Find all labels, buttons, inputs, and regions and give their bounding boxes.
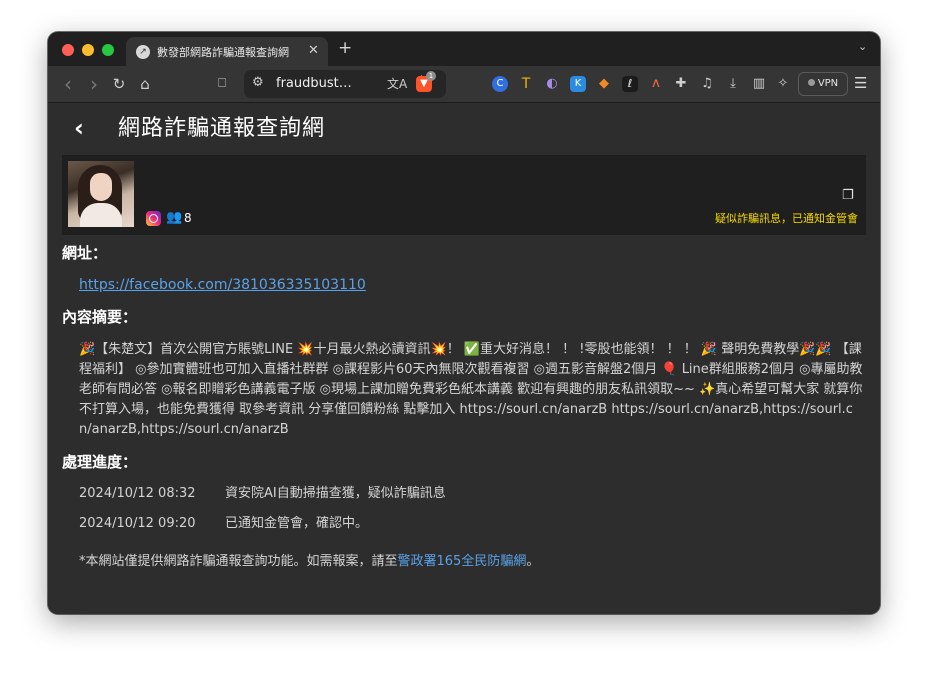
tab-strip: ↗ 數發部網路詐騙通報查詢網 ✕ + ⌄ [48,32,880,66]
content-summary: 🎉【朱楚文】首次公開官方賬號LINE 💥十月最火熱必讀資訊💥！ ✅重大好消息！ … [79,342,863,437]
copy-icon[interactable]: ❐ [842,189,856,203]
home-button[interactable]: ⌂ [136,74,154,94]
extension-k-icon[interactable]: K [570,76,586,92]
status-badge: 疑似詐騙訊息，已通知金管會 [715,212,858,225]
progress-item: 2024/10/12 09:20 已通知金管會，確認中。 [79,515,368,533]
followers-count: 8 [184,211,192,225]
footnote-prefix: *本網站僅提供網路詐騙通報查詢功能。如需報案，請至 [79,554,398,569]
instagram-icon [146,211,161,226]
progress-text: 已通知金管會，確認中。 [225,516,369,531]
main-menu-icon[interactable]: ☰ [854,74,867,92]
site-favicon-icon: ↗ [136,45,150,59]
media-music-icon[interactable]: ♫ [698,74,716,94]
browser-window: ↗ 數發部網路詐騙通報查詢網 ✕ + ⌄ ‹ › ↻ ⌂ ⎕ ⚙ fraudbu… [48,32,880,614]
leo-ai-sparkle-icon[interactable]: ✧ [774,74,792,94]
shields-count-badge: 1 [426,71,436,81]
tab-title: 數發部網路詐騙通報查詢網 [157,46,289,59]
page-title: 網路詐騙通報查詢網 [118,116,326,141]
active-tab[interactable]: ↗ 數發部網路詐騙通報查詢網 ✕ [126,37,328,66]
bookmark-icon[interactable]: ⎕ [214,74,230,94]
progress-item: 2024/10/12 08:32 資安院AI自動掃描查獲，疑似詐騙訊息 [79,485,446,503]
summary-section-label: 內容摘要： [62,308,138,326]
page-back-icon[interactable]: ‹ [74,113,84,143]
progress-time: 2024/10/12 08:32 [79,486,196,501]
footnote: *本網站僅提供網路詐騙通報查詢功能。如需報案，請至警政署165全民防騙網。 [79,553,539,571]
extensions-puzzle-icon[interactable]: ✚ [672,74,690,94]
back-button[interactable]: ‹ [60,74,76,94]
footnote-suffix: 。 [526,554,540,569]
translate-icon[interactable]: 文A [387,75,407,92]
downloads-icon[interactable]: ⤓ [724,74,742,94]
profile-card: 👥 8 ❐ 疑似詐騙訊息，已通知金管會 [62,155,866,235]
reload-button[interactable]: ↻ [110,74,128,94]
avatar [68,161,134,227]
vpn-status-dot [807,79,815,86]
reported-url-link[interactable]: https://facebook.com/381036335103110 [79,276,366,294]
extension-a-icon[interactable]: ʌ [648,76,664,92]
url-section-label: 網址： [62,244,108,262]
site-settings-icon[interactable]: ⚙ [252,75,264,90]
progress-time: 2024/10/12 09:20 [79,516,196,531]
new-tab-button[interactable]: + [338,38,352,58]
progress-section-label: 處理進度： [62,453,138,471]
tab-search-chevron-icon[interactable]: ⌄ [858,40,867,53]
close-window-button[interactable] [62,44,74,56]
extension-t-icon[interactable]: T [518,76,534,92]
extension-ghost-icon[interactable]: ◐ [544,76,560,92]
footnote-165-link[interactable]: 警政署165全民防騙網 [398,554,527,569]
vpn-label: VPN [817,78,839,89]
browser-toolbar: ‹ › ↻ ⌂ ⎕ ⚙ fraudbust… 文A ⇪ ▼ 1 C T ◐ K … [48,66,880,103]
sidebar-toggle-icon[interactable]: ▥ [750,74,768,94]
metamask-fox-icon[interactable]: ◆ [596,76,612,92]
forward-button[interactable]: › [86,74,102,94]
extension-c-icon[interactable]: C [492,76,508,92]
maximize-window-button[interactable] [102,44,114,56]
minimize-window-button[interactable] [82,44,94,56]
vpn-button[interactable]: VPN [798,72,848,96]
extension-script-icon[interactable]: ℓ [622,76,638,92]
followers-icon: 👥 [166,210,183,225]
progress-text: 資安院AI自動掃描查獲，疑似詐騙訊息 [225,486,446,501]
page-content: ‹ 網路詐騙通報查詢網 👥 8 ❐ 疑似詐騙訊息，已通知金管會 網址： http… [48,103,880,614]
tab-close-icon[interactable]: ✕ [308,43,319,59]
url-text[interactable]: fraudbust… [276,76,352,91]
